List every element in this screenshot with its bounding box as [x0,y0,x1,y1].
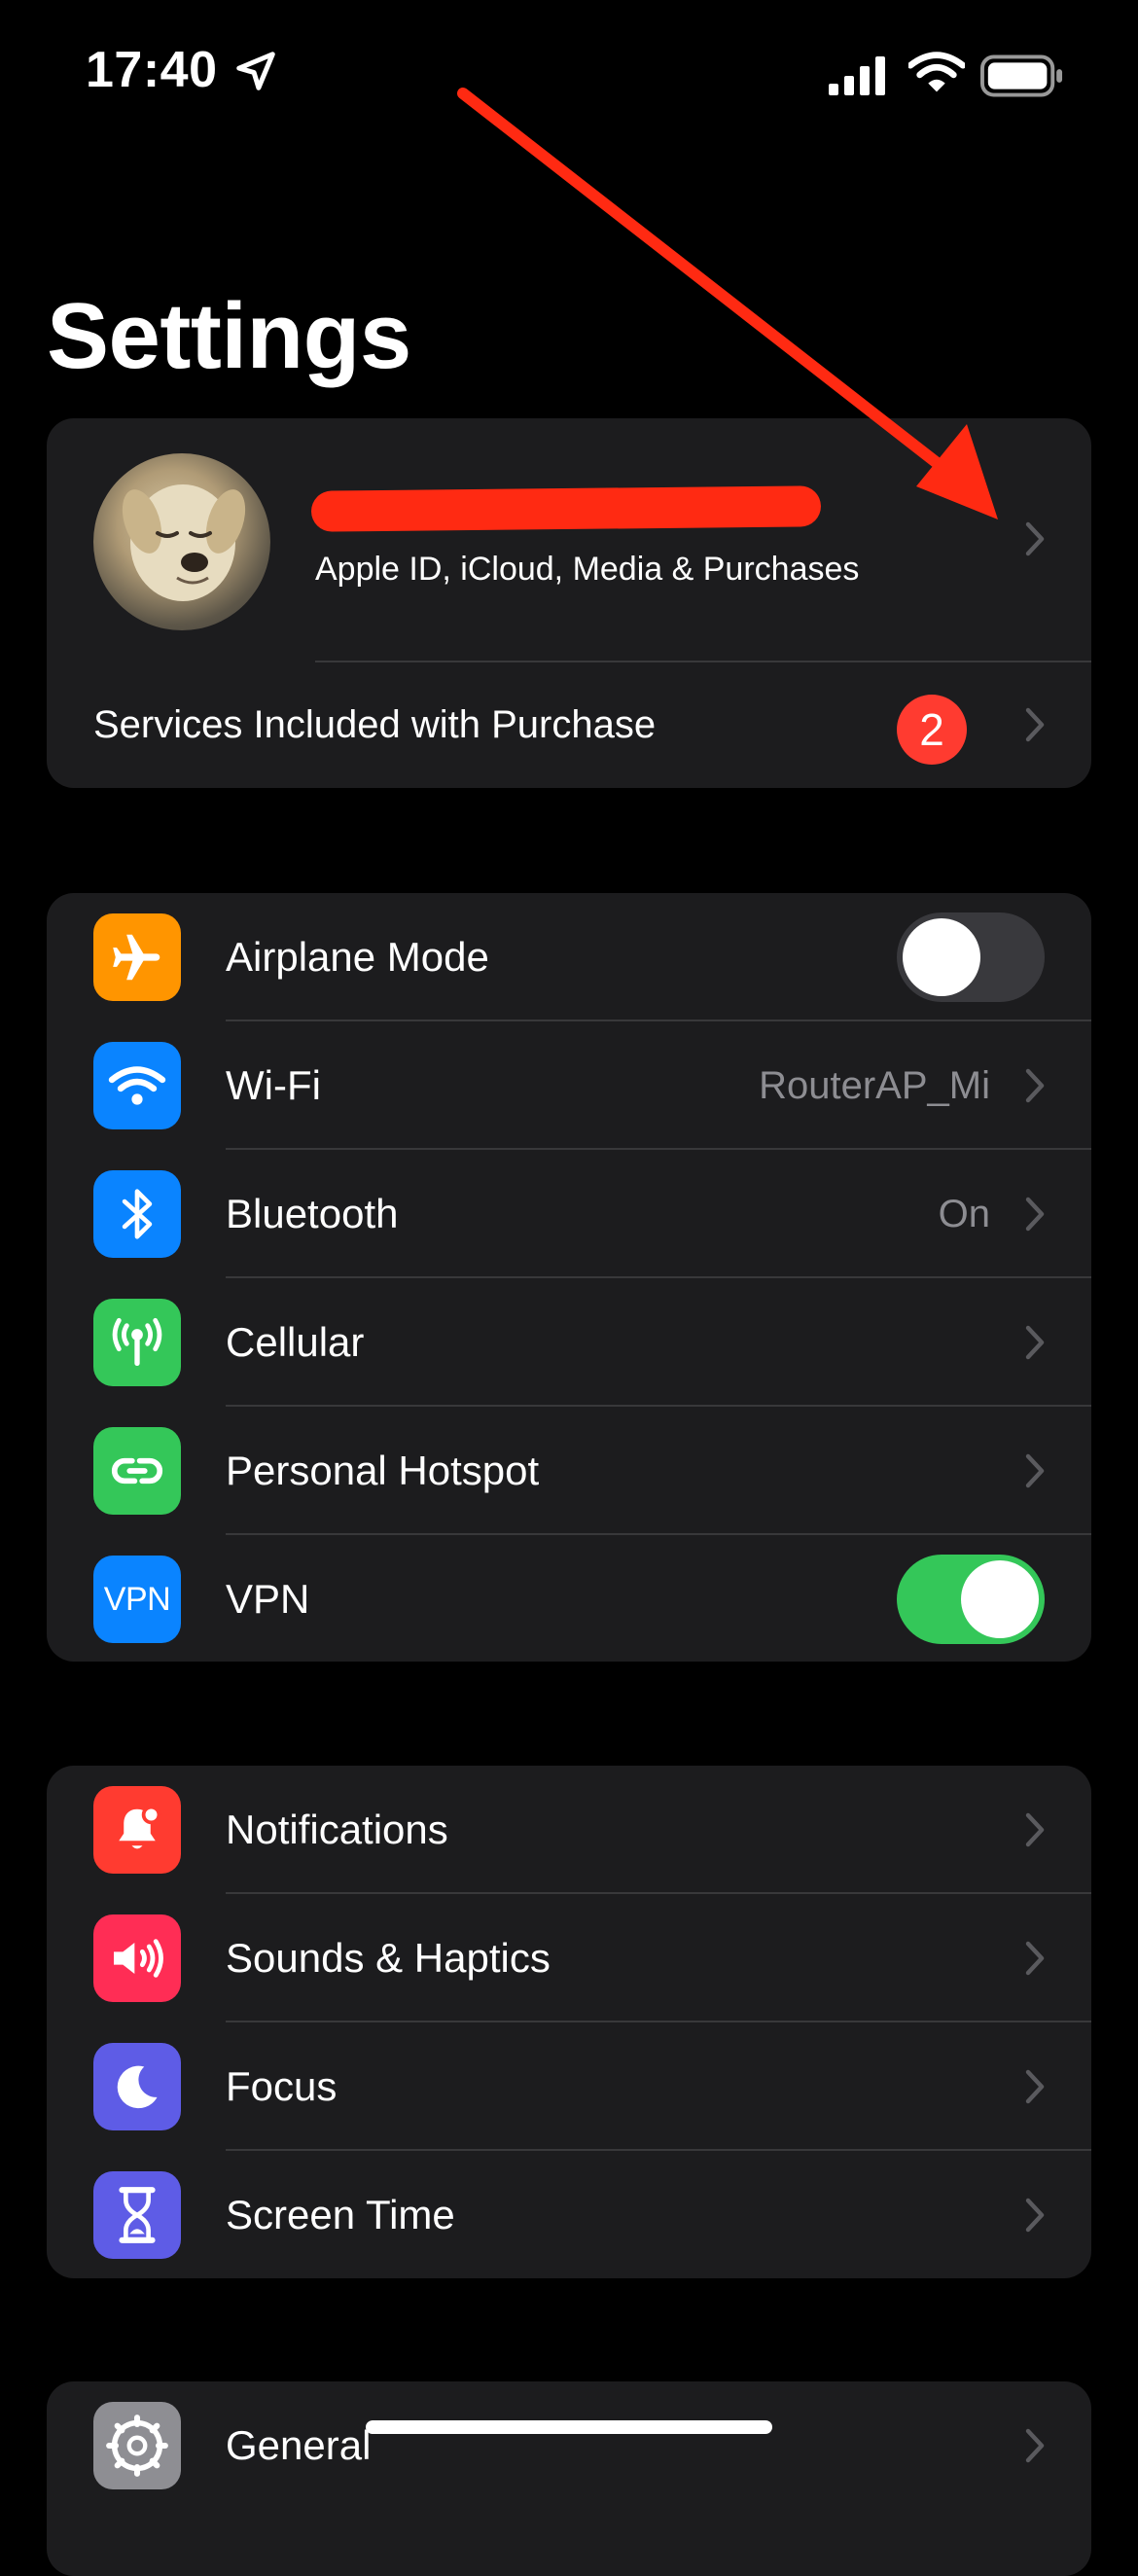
account-group: Apple ID, iCloud, Media & Purchases Serv… [47,418,1091,788]
toggle-knob [961,1560,1039,1638]
vpn-icon-text: VPN [103,1580,171,1618]
services-included-row[interactable]: Services Included with Purchase 2 [47,662,1091,788]
toggle-knob [903,918,980,996]
settings-row-general[interactable]: General [47,2381,1091,2510]
chevron-right-icon [1025,2428,1045,2463]
row-label: Focus [226,2063,338,2109]
hourglass-icon [93,2171,181,2259]
settings-row-wifi[interactable]: Wi-Fi RouterAP_Mi [47,1021,1091,1150]
status-time: 17:40 [86,42,218,98]
chevron-right-icon [1025,2069,1045,2104]
chevron-right-icon [1025,2198,1045,2233]
row-label: General [226,2422,372,2468]
vpn-toggle[interactable] [897,1555,1045,1644]
settings-row-sounds-haptics[interactable]: Sounds & Haptics [47,1894,1091,2022]
cellular-signal-icon [829,56,885,95]
row-label: Notifications [226,1807,448,1852]
location-arrow-icon [236,52,275,90]
moon-icon [93,2043,181,2130]
wifi-icon [908,52,965,92]
services-label: Services Included with Purchase [93,703,657,746]
airplane-icon [93,913,181,1001]
row-label: Screen Time [226,2192,455,2237]
bell-badge-icon [93,1786,181,1874]
settings-row-bluetooth[interactable]: Bluetooth On [47,1150,1091,1278]
settings-row-personal-hotspot[interactable]: Personal Hotspot [47,1407,1091,1535]
chevron-right-icon [1025,1325,1045,1360]
row-label: Sounds & Haptics [226,1935,551,1981]
row-label: Cellular [226,1319,365,1365]
settings-row-notifications[interactable]: Notifications [47,1766,1091,1894]
status-bar: 17:40 [0,0,1138,146]
antenna-icon [93,1299,181,1386]
chevron-right-icon [1025,1941,1045,1976]
settings-row-focus[interactable]: Focus [47,2022,1091,2151]
row-label: VPN [226,1576,310,1622]
gear-icon [93,2402,181,2489]
speaker-icon [93,1914,181,2002]
redacted-name [310,485,822,532]
row-label: Personal Hotspot [226,1448,540,1493]
chevron-right-icon [1025,1197,1045,1232]
general-group: General [47,2381,1091,2576]
avatar [93,453,270,630]
connectivity-group: Airplane Mode Wi-Fi RouterAP_Mi Bluetoot… [47,893,1091,1662]
page-title: Settings [47,284,411,388]
vpn-icon: VPN [93,1556,181,1643]
row-label: Wi-Fi [226,1062,321,1108]
chevron-right-icon [1025,1812,1045,1847]
account-subtitle: Apple ID, iCloud, Media & Purchases [315,551,860,588]
dog-photo-icon [122,484,246,601]
chevron-right-icon [1025,707,1045,742]
settings-row-airplane-mode[interactable]: Airplane Mode [47,893,1091,1021]
chevron-right-icon [1025,1068,1045,1103]
settings-row-vpn[interactable]: VPN VPN [47,1535,1091,1662]
hotspot-link-icon [93,1427,181,1515]
notification-badge: 2 [897,695,967,765]
chevron-right-icon [1025,1453,1045,1488]
home-indicator[interactable] [366,2420,772,2434]
settings-row-cellular[interactable]: Cellular [47,1278,1091,1407]
bluetooth-status-value: On [938,1193,990,1235]
row-label: Airplane Mode [226,934,489,980]
battery-icon [980,54,1063,97]
notifications-group: Notifications Sounds & Haptics Focus Scr… [47,1766,1091,2278]
settings-row-screen-time[interactable]: Screen Time [47,2151,1091,2278]
row-label: Bluetooth [226,1191,399,1236]
bluetooth-icon [93,1170,181,1258]
chevron-right-icon [1025,521,1045,556]
wifi-icon [93,1042,181,1129]
airplane-mode-toggle[interactable] [897,912,1045,1002]
apple-id-row[interactable]: Apple ID, iCloud, Media & Purchases [47,418,1091,662]
wifi-network-value: RouterAP_Mi [759,1064,990,1107]
